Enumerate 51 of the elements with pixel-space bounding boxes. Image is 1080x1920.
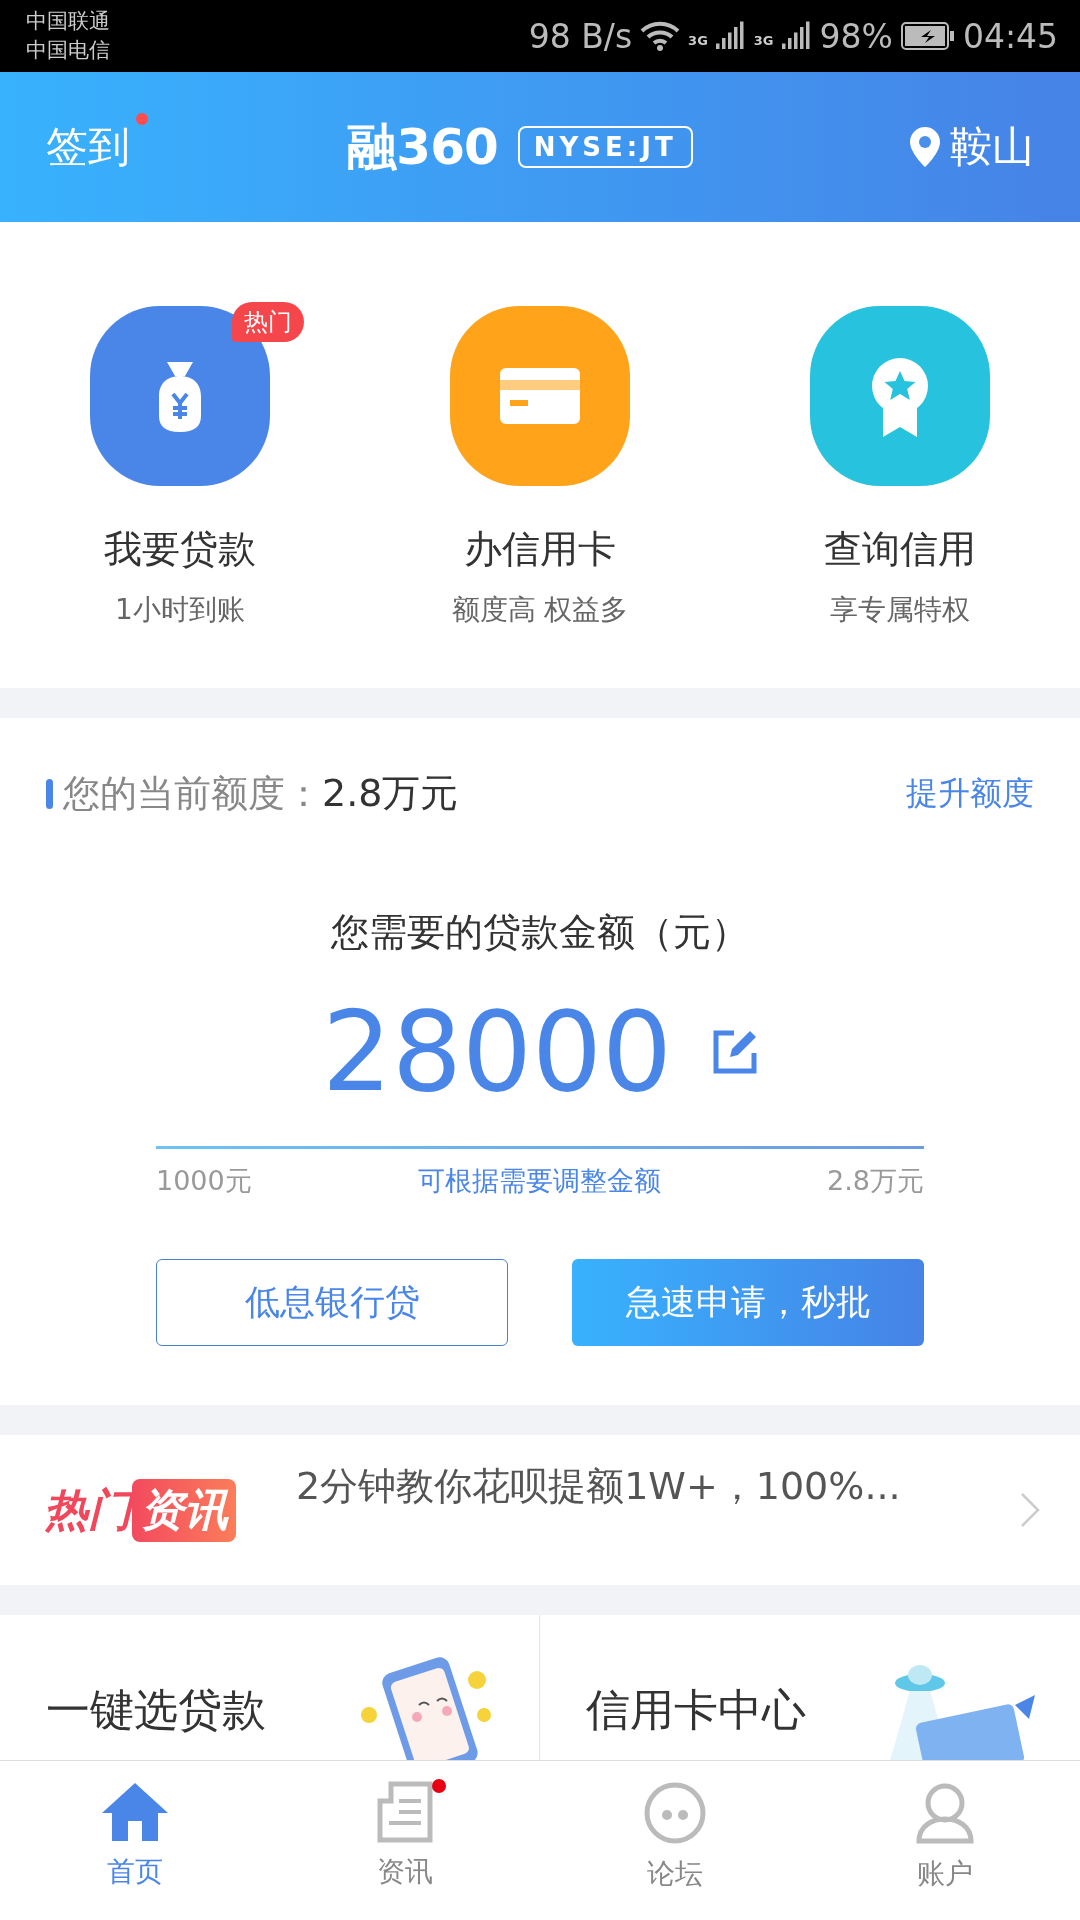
document-icon	[377, 1781, 433, 1843]
nav-tab[interactable]: 资讯	[270, 1761, 540, 1920]
chevron-right-icon[interactable]	[1020, 1492, 1040, 1528]
location-pin-icon	[910, 127, 940, 167]
slider-hint: 可根据需要调整金额	[417, 1164, 661, 1198]
wifi-icon	[640, 21, 681, 51]
nav-tab[interactable]: 首页	[0, 1761, 270, 1920]
service-title[interactable]: 办信用卡	[464, 524, 616, 575]
news-tag-badge: 资讯	[132, 1478, 236, 1542]
service-title[interactable]: 查询信用	[824, 524, 976, 575]
network-type: 3G	[688, 32, 708, 48]
apply-button[interactable]: 急速申请，秒批	[572, 1259, 924, 1346]
promo-card[interactable]: 信用卡中心	[540, 1615, 1080, 1760]
clock-time: 04:45	[962, 16, 1058, 56]
app-logo: 融360	[347, 116, 498, 178]
max-amount: 2.8万元	[827, 1164, 924, 1198]
quota-label: 您的当前额度：	[63, 770, 322, 817]
service-subtitle: 1小时到账	[115, 592, 245, 628]
signal-icon	[715, 21, 746, 51]
stock-ticker-badge: NYSE:JT	[517, 126, 693, 168]
home-icon	[100, 1781, 170, 1843]
nav-tab[interactable]: 论坛	[540, 1761, 810, 1920]
loan-amount: 28000	[322, 988, 672, 1116]
quota-value: 2.8万元	[322, 770, 459, 817]
raise-limit-link[interactable]: 提升额度	[906, 771, 1034, 816]
network-type: 3G	[753, 32, 774, 48]
network-speed: 98 B/s	[528, 16, 633, 56]
news-headline[interactable]: 2分钟教你花呗提额1W+，100%...	[296, 1461, 960, 1512]
hot-badge: 热门	[232, 302, 304, 342]
service-subtitle: 享专属特权	[830, 592, 970, 628]
signal-icon	[781, 21, 812, 51]
promo-title: 一键选贷款	[46, 1682, 266, 1737]
service-title[interactable]: 我要贷款	[104, 524, 256, 575]
city-selector[interactable]: 鞍山	[950, 119, 1034, 175]
edit-icon[interactable]	[711, 1029, 758, 1075]
accent-bar	[46, 778, 53, 809]
checkin-link[interactable]: 签到	[46, 119, 130, 175]
battery-percent: 98%	[819, 16, 893, 56]
nav-tab[interactable]: 账户	[810, 1761, 1080, 1920]
person-icon	[915, 1781, 975, 1845]
service-subtitle: 额度高 权益多	[451, 592, 629, 628]
amount-slider[interactable]	[156, 1146, 924, 1149]
promo-title: 信用卡中心	[586, 1682, 806, 1737]
bank-loan-button[interactable]: 低息银行贷	[156, 1259, 508, 1346]
quote-bubble-icon	[643, 1781, 707, 1845]
battery-icon	[900, 22, 955, 50]
carrier-name: 中国联通	[26, 8, 110, 35]
loan-amount-title: 您需要的贷款金额（元）	[330, 909, 750, 956]
carrier-name: 中国电信	[26, 37, 110, 64]
min-amount: 1000元	[156, 1164, 252, 1198]
credit-card-icon	[500, 368, 580, 424]
